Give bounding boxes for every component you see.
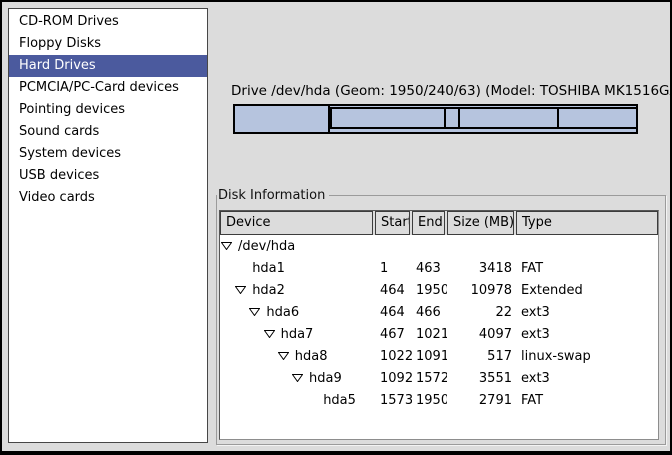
- expander-triangle-icon[interactable]: [292, 374, 303, 382]
- type-cell: Extended: [516, 283, 658, 298]
- device-cell: hda8: [220, 349, 375, 364]
- partition-segment-hda8: [446, 109, 460, 127]
- start-cell: 464: [375, 305, 412, 320]
- table-row-hda8[interactable]: hda8 10221091517linux-swap: [220, 345, 658, 367]
- partition-segment-hda7: [332, 109, 446, 127]
- device-label: hda2: [252, 283, 285, 298]
- table-row-hda1[interactable]: hda1 14633418FAT: [220, 257, 658, 279]
- type-cell: FAT: [516, 261, 658, 276]
- device-cell: hda9: [220, 371, 375, 386]
- device-cell: hda5: [220, 393, 375, 408]
- expander-triangle-icon[interactable]: [235, 286, 246, 294]
- device-label: hda1: [252, 261, 285, 276]
- column-header-device[interactable]: Device: [220, 211, 373, 235]
- sidebar-item-hard-drives[interactable]: Hard Drives: [9, 55, 207, 77]
- size-cell: 3418: [447, 261, 516, 276]
- type-cell: ext3: [516, 305, 658, 320]
- start-cell: 1: [375, 261, 412, 276]
- table-row-dev-hda[interactable]: /dev/hda: [220, 235, 658, 257]
- column-header-type[interactable]: Type: [516, 211, 658, 235]
- end-cell: 1572: [412, 371, 447, 386]
- size-cell: 22: [447, 305, 516, 320]
- logical-partitions-row: [330, 107, 636, 129]
- table-row-hda6[interactable]: hda6 46446622ext3: [220, 301, 658, 323]
- end-cell: 1021: [412, 327, 447, 342]
- device-label: hda8: [295, 349, 328, 364]
- disk-information-label: Disk Information: [217, 188, 329, 203]
- type-cell: ext3: [516, 327, 658, 342]
- sidebar-item-sound-cards[interactable]: Sound cards: [9, 121, 207, 143]
- device-label: /dev/hda: [238, 239, 295, 254]
- type-cell: FAT: [516, 393, 658, 408]
- partition-bar: [233, 104, 638, 134]
- end-cell: 1091: [412, 349, 447, 364]
- table-row-hda5[interactable]: hda5 157319502791FAT: [220, 389, 658, 411]
- device-cell: hda2: [220, 283, 375, 298]
- expander-triangle-icon[interactable]: [249, 308, 260, 316]
- sidebar-item-usb-devices[interactable]: USB devices: [9, 165, 207, 187]
- sidebar-item-pointing-devices[interactable]: Pointing devices: [9, 99, 207, 121]
- start-cell: 464: [375, 283, 412, 298]
- device-cell: hda7: [220, 327, 375, 342]
- drive-title: Drive /dev/hda (Geom: 1950/240/63) (Mode…: [231, 83, 638, 99]
- sidebar-item-pcmcia-pc-card-devices[interactable]: PCMCIA/PC-Card devices: [9, 77, 207, 99]
- table-row-hda9[interactable]: hda9 109215723551ext3: [220, 367, 658, 389]
- table-row-hda2[interactable]: hda2 464195010978Extended: [220, 279, 658, 301]
- sidebar-item-video-cards[interactable]: Video cards: [9, 187, 207, 209]
- expander-triangle-icon[interactable]: [278, 352, 289, 360]
- partition-segment-hda5: [559, 109, 636, 127]
- device-cell: /dev/hda: [220, 239, 375, 254]
- device-category-list: CD-ROM DrivesFloppy DisksHard DrivesPCMC…: [8, 8, 208, 443]
- expander-triangle-icon[interactable]: [264, 330, 275, 338]
- expander-triangle-icon[interactable]: [221, 242, 232, 250]
- start-cell: 467: [375, 327, 412, 342]
- column-header-start[interactable]: Start: [375, 211, 410, 235]
- end-cell: 466: [412, 305, 447, 320]
- size-cell: 4097: [447, 327, 516, 342]
- size-cell: 3551: [447, 371, 516, 386]
- end-cell: 463: [412, 261, 447, 276]
- hardware-browser-window: CD-ROM DrivesFloppy DisksHard DrivesPCMC…: [0, 0, 672, 455]
- start-cell: 1022: [375, 349, 412, 364]
- start-cell: 1573: [375, 393, 412, 408]
- end-cell: 1950: [412, 393, 447, 408]
- table-header-row: DeviceStartEndSize (MB)Type: [220, 211, 658, 235]
- sidebar-item-floppy-disks[interactable]: Floppy Disks: [9, 33, 207, 55]
- column-header-end[interactable]: End: [412, 211, 445, 235]
- device-label: hda6: [266, 305, 299, 320]
- column-header-size-mb-[interactable]: Size (MB): [447, 211, 514, 235]
- device-cell: hda1: [220, 261, 375, 276]
- partition-segment-hda2: [330, 106, 636, 132]
- end-cell: 1950: [412, 283, 447, 298]
- device-cell: hda6: [220, 305, 375, 320]
- device-label: hda7: [281, 327, 314, 342]
- partition-segment-hda1: [235, 106, 330, 132]
- type-cell: ext3: [516, 371, 658, 386]
- sidebar-item-cd-rom-drives[interactable]: CD-ROM Drives: [9, 11, 207, 33]
- start-cell: 1092: [375, 371, 412, 386]
- size-cell: 10978: [447, 283, 516, 298]
- disk-information-table: DeviceStartEndSize (MB)Type /dev/hda hda1…: [219, 210, 659, 440]
- sidebar-item-system-devices[interactable]: System devices: [9, 143, 207, 165]
- table-row-hda7[interactable]: hda7 46710214097ext3: [220, 323, 658, 345]
- type-cell: linux-swap: [516, 349, 658, 364]
- partition-segment-hda9: [460, 109, 558, 127]
- size-cell: 2791: [447, 393, 516, 408]
- size-cell: 517: [447, 349, 516, 364]
- table-body: /dev/hdahda114633418FAThda2464195010978E…: [220, 235, 658, 411]
- device-label: hda9: [309, 371, 342, 386]
- device-label: hda5: [323, 393, 356, 408]
